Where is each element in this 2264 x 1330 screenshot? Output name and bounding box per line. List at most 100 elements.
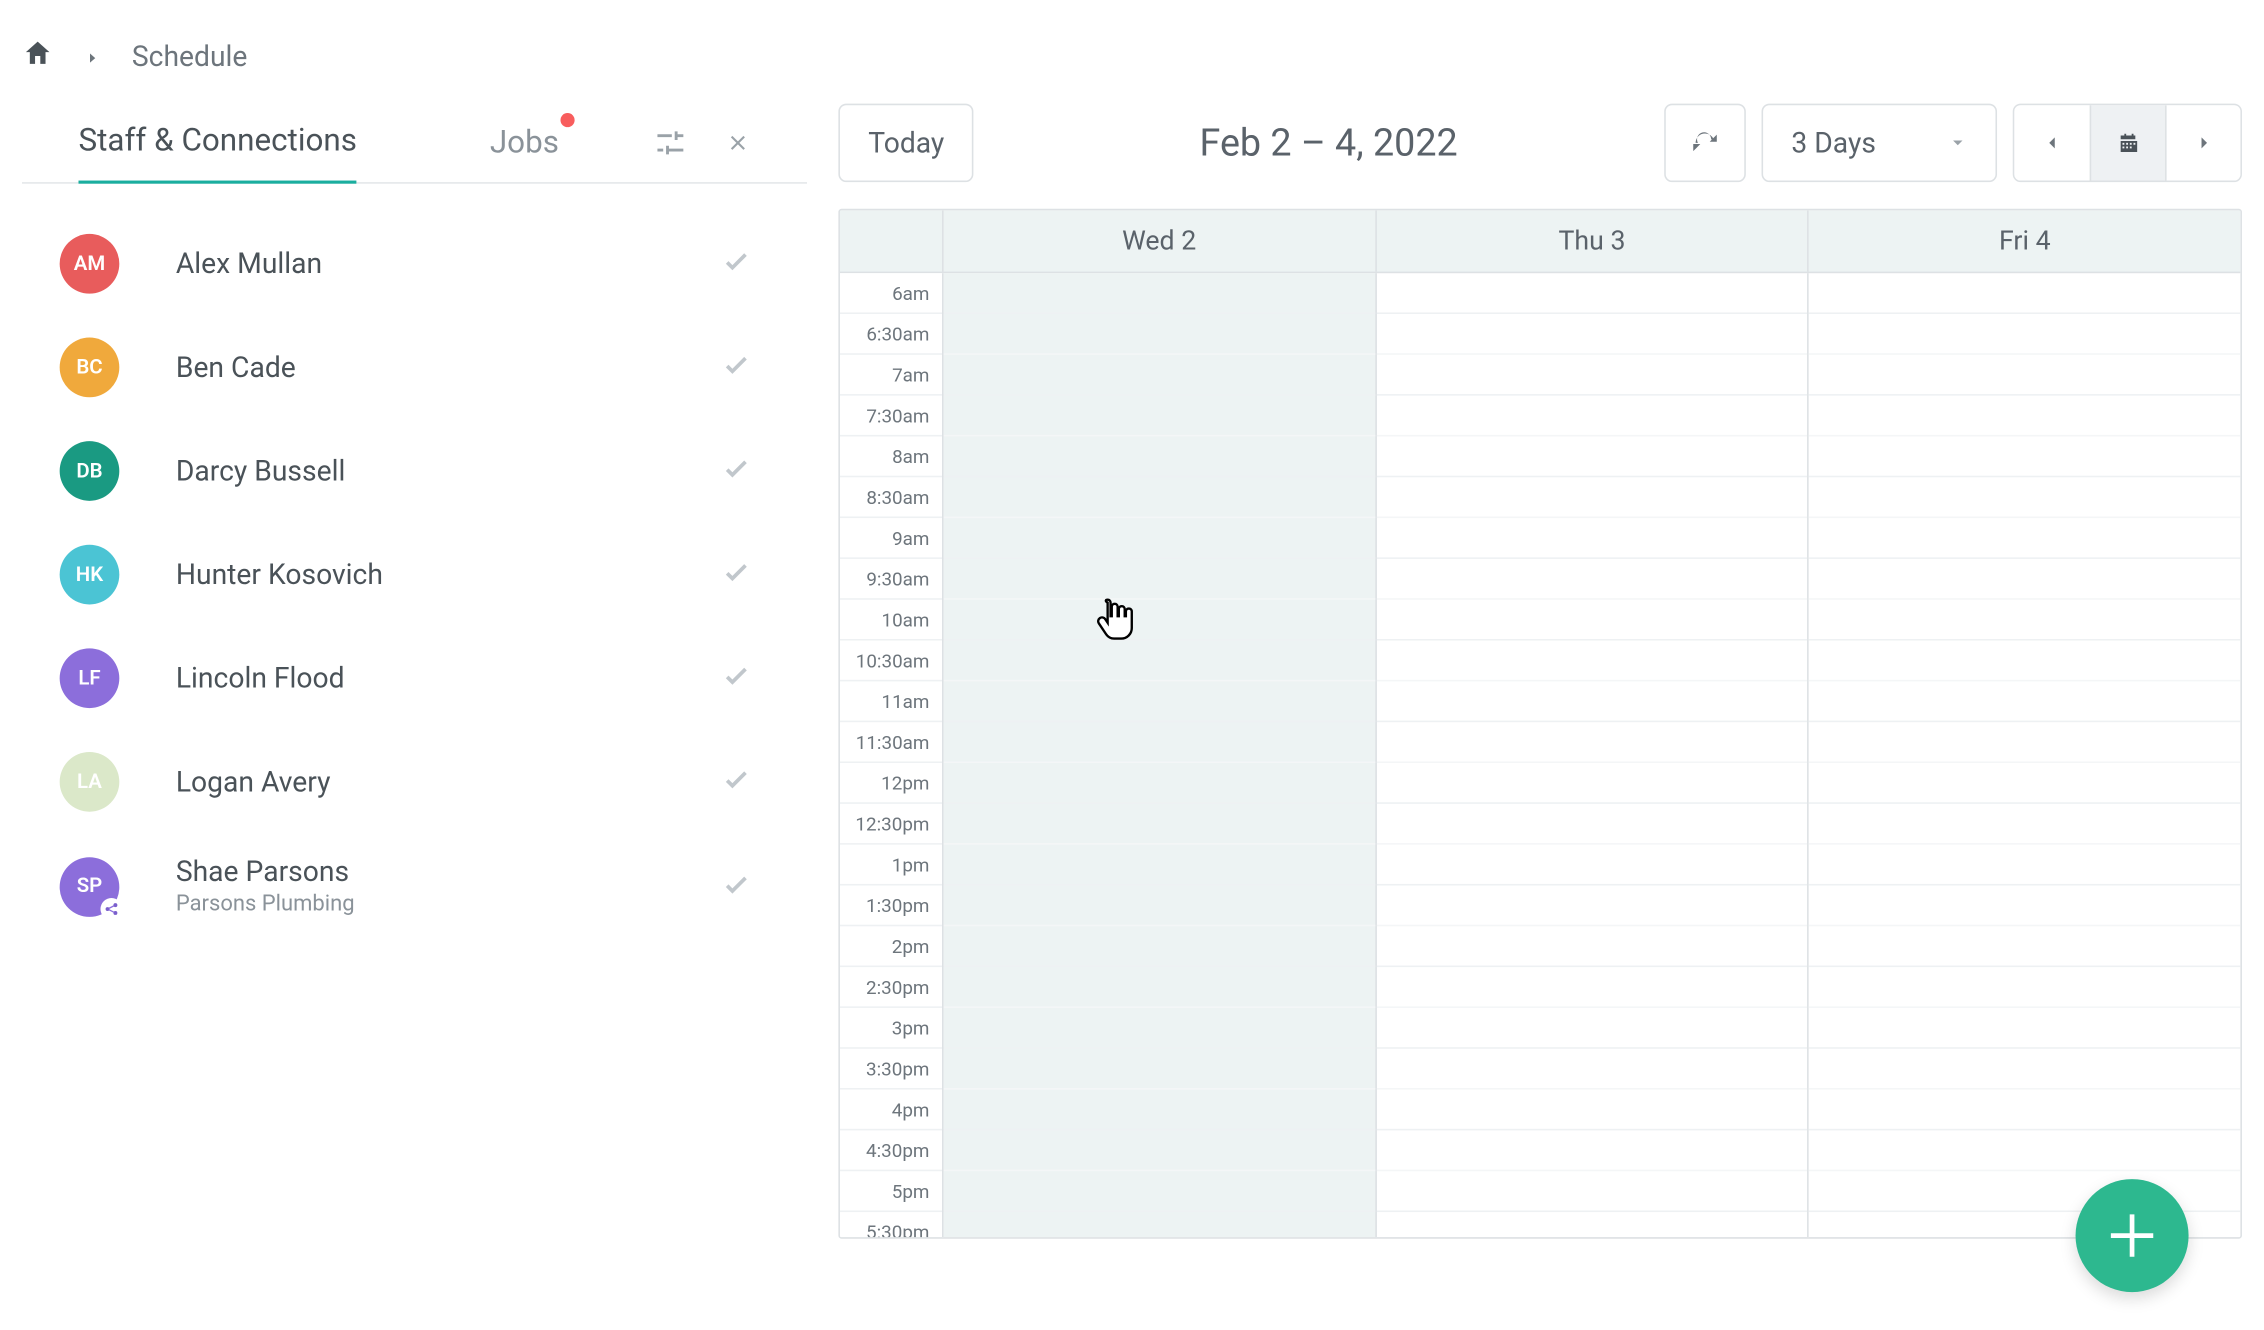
staff-item[interactable]: HKHunter Kosovich <box>60 523 788 627</box>
calendar-cell[interactable] <box>1376 436 1807 477</box>
calendar-cell[interactable] <box>1809 804 2240 845</box>
calendar-cell[interactable] <box>1809 967 2240 1008</box>
calendar-cell[interactable] <box>1376 477 1807 518</box>
calendar-cell[interactable] <box>1376 600 1807 641</box>
calendar-cell[interactable] <box>944 763 1375 804</box>
calendar-cell[interactable] <box>944 804 1375 845</box>
staff-item[interactable]: BCBen Cade <box>60 316 788 420</box>
calendar-cell[interactable] <box>1809 436 2240 477</box>
calendar-cell[interactable] <box>1376 804 1807 845</box>
check-icon[interactable] <box>716 347 757 388</box>
calendar-cell[interactable] <box>1809 559 2240 600</box>
calendar-cell[interactable] <box>1809 518 2240 559</box>
staff-item[interactable]: AMAlex Mullan <box>60 212 788 316</box>
refresh-button[interactable] <box>1664 104 1746 183</box>
calendar-cell[interactable] <box>1809 314 2240 355</box>
check-icon[interactable] <box>716 658 757 699</box>
calendar-cell[interactable] <box>1809 273 2240 314</box>
calendar-cell[interactable] <box>1809 763 2240 804</box>
calendar-cell[interactable] <box>944 845 1375 886</box>
calendar-cell[interactable] <box>944 722 1375 763</box>
calendar-cell[interactable] <box>1376 722 1807 763</box>
close-icon[interactable] <box>725 130 750 155</box>
calendar-cell[interactable] <box>944 273 1375 314</box>
calendar-cell[interactable] <box>944 926 1375 967</box>
calendar-cell[interactable] <box>1376 396 1807 437</box>
calendar-cell[interactable] <box>1809 641 2240 682</box>
calendar-cell[interactable] <box>944 436 1375 477</box>
day-column[interactable] <box>944 273 1377 1237</box>
calendar-cell[interactable] <box>1376 1090 1807 1131</box>
calendar-cell[interactable] <box>944 1008 1375 1049</box>
calendar-cell[interactable] <box>1376 763 1807 804</box>
day-column[interactable] <box>1376 273 1809 1237</box>
check-icon[interactable] <box>716 243 757 284</box>
calendar-cell[interactable] <box>1376 1130 1807 1171</box>
calendar-cell[interactable] <box>1376 1049 1807 1090</box>
calendar-cell[interactable] <box>944 314 1375 355</box>
calendar-cell[interactable] <box>1809 722 2240 763</box>
calendar-cell[interactable] <box>944 1171 1375 1212</box>
calendar-cell[interactable] <box>944 1212 1375 1239</box>
calendar-cell[interactable] <box>1376 681 1807 722</box>
calendar-cell[interactable] <box>1376 926 1807 967</box>
calendar-cell[interactable] <box>944 518 1375 559</box>
day-header[interactable]: Fri 4 <box>1809 210 2240 271</box>
calendar-cell[interactable] <box>944 1049 1375 1090</box>
calendar-cell[interactable] <box>1809 1130 2240 1171</box>
tab-staff-connections[interactable]: Staff & Connections <box>79 102 357 184</box>
calendar-cell[interactable] <box>1376 967 1807 1008</box>
check-icon[interactable] <box>716 451 757 492</box>
calendar-cell[interactable] <box>1376 518 1807 559</box>
calendar-cell[interactable] <box>1809 1049 2240 1090</box>
calendar-cell[interactable] <box>1376 314 1807 355</box>
check-icon[interactable] <box>716 866 757 907</box>
staff-item[interactable]: LALogan Avery <box>60 730 788 834</box>
calendar-cell[interactable] <box>944 559 1375 600</box>
calendar-cell[interactable] <box>1376 355 1807 396</box>
calendar-cell[interactable] <box>944 967 1375 1008</box>
calendar-cell[interactable] <box>1809 600 2240 641</box>
calendar-cell[interactable] <box>944 641 1375 682</box>
calendar-cell[interactable] <box>1809 845 2240 886</box>
calendar-cell[interactable] <box>1809 477 2240 518</box>
calendar-cell[interactable] <box>944 1090 1375 1131</box>
calendar-cell[interactable] <box>1376 845 1807 886</box>
day-header[interactable]: Wed 2 <box>944 210 1377 271</box>
calendar-cell[interactable] <box>1376 1171 1807 1212</box>
next-button[interactable] <box>2165 105 2240 180</box>
calendar-cell[interactable] <box>944 681 1375 722</box>
staff-item[interactable]: DBDarcy Bussell <box>60 419 788 523</box>
calendar-cell[interactable] <box>944 477 1375 518</box>
calendar-cell[interactable] <box>1809 681 2240 722</box>
calendar-cell[interactable] <box>1809 396 2240 437</box>
calendar-cell[interactable] <box>1376 641 1807 682</box>
calendar-cell[interactable] <box>944 1130 1375 1171</box>
sliders-icon[interactable] <box>653 125 688 160</box>
calendar-cell[interactable] <box>944 885 1375 926</box>
home-icon[interactable] <box>22 38 53 77</box>
breadcrumb-page[interactable]: Schedule <box>132 41 248 74</box>
check-icon[interactable] <box>716 761 757 802</box>
day-column[interactable] <box>1809 273 2240 1237</box>
add-button[interactable] <box>2076 1179 2189 1292</box>
calendar-cell[interactable] <box>1809 885 2240 926</box>
calendar-cell[interactable] <box>1809 1008 2240 1049</box>
staff-item[interactable]: LFLincoln Flood <box>60 626 788 730</box>
staff-item[interactable]: SPShae ParsonsParsons Plumbing <box>60 834 788 939</box>
calendar-picker-button[interactable] <box>2090 105 2165 180</box>
calendar-cell[interactable] <box>1376 559 1807 600</box>
range-select[interactable]: 3 Days <box>1762 104 1998 183</box>
calendar-cell[interactable] <box>1376 1212 1807 1239</box>
calendar-cell[interactable] <box>944 355 1375 396</box>
calendar-cell[interactable] <box>1376 273 1807 314</box>
calendar-cell[interactable] <box>1376 1008 1807 1049</box>
calendar-cell[interactable] <box>1809 926 2240 967</box>
tab-jobs[interactable]: Jobs <box>490 103 559 182</box>
check-icon[interactable] <box>716 554 757 595</box>
day-header[interactable]: Thu 3 <box>1376 210 1809 271</box>
calendar-cell[interactable] <box>1809 1090 2240 1131</box>
calendar-cell[interactable] <box>944 396 1375 437</box>
prev-button[interactable] <box>2014 105 2089 180</box>
calendar-cell[interactable] <box>1376 885 1807 926</box>
